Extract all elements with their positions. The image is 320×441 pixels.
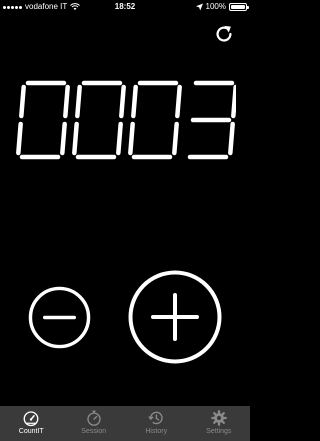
- tab-label: CountIT: [18, 428, 44, 435]
- tab-bar: CountIT Session History Settings: [0, 406, 250, 441]
- counter-digit: [128, 80, 182, 160]
- counter-digit: [187, 80, 236, 160]
- battery-fill: [231, 5, 245, 9]
- gear-icon: [210, 410, 227, 426]
- reset-icon[interactable]: [213, 23, 235, 45]
- status-bar: vodafone IT 18:52 100%: [0, 0, 250, 14]
- battery-percent: 100%: [205, 2, 226, 11]
- tab-history[interactable]: History: [125, 406, 188, 441]
- increment-button[interactable]: [128, 270, 222, 364]
- tab-settings[interactable]: Settings: [188, 406, 251, 441]
- tab-session[interactable]: Session: [63, 406, 126, 441]
- battery-icon: [229, 3, 249, 11]
- tab-label: History: [145, 428, 168, 435]
- tab-label: Settings: [206, 428, 232, 435]
- counter-display: [16, 80, 236, 160]
- counter-digit: [16, 80, 70, 160]
- gauge-icon: [23, 411, 39, 427]
- stopwatch-icon: [87, 410, 101, 426]
- status-right: 100%: [195, 0, 249, 14]
- counter-digit: [72, 80, 126, 160]
- location-icon: [195, 3, 203, 11]
- tab-label: Session: [81, 428, 107, 435]
- decrement-button[interactable]: [28, 286, 91, 349]
- tab-countit[interactable]: CountIT: [0, 406, 63, 441]
- history-icon: [148, 411, 163, 425]
